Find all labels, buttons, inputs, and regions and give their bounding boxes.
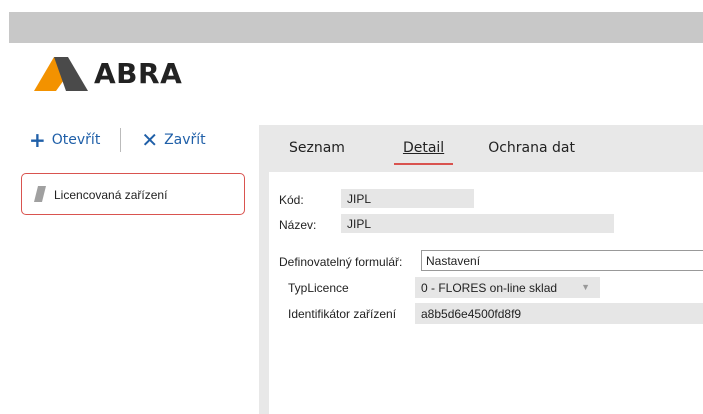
slash-icon [34, 186, 46, 202]
typ-licence-label: TypLicence [288, 281, 349, 295]
tab-detail-label: Detail [402, 140, 445, 156]
detail-form: Kód: JIPL Název: JIPL Definovatelný form… [269, 172, 703, 414]
app-header: ABRA [9, 43, 703, 101]
tab-seznam[interactable]: Seznam [289, 140, 345, 156]
tree-item-licencovana-zarizeni[interactable]: Licencovaná zařízení [21, 173, 245, 215]
left-toolbar: + Otevřít ✕ Zavřít [29, 127, 206, 153]
detail-pane: Seznam Detail Ochrana dat Kód: JIPL Náze… [259, 125, 703, 414]
formular-value: Nastavení [426, 253, 481, 268]
typ-licence-value: 0 - FLORES on-line sklad [421, 280, 558, 295]
abra-logo-icon [34, 57, 88, 91]
plus-icon: + [29, 128, 46, 152]
tree-item-label: Licencovaná zařízení [54, 188, 168, 202]
identifikator-label: Identifikátor zařízení [288, 307, 397, 321]
kod-label: Kód: [279, 193, 304, 207]
kod-value: JIPL [347, 191, 372, 206]
window-top-bar [0, 0, 703, 43]
active-tab-indicator [393, 163, 454, 165]
title-bar [9, 12, 703, 43]
chevron-down-icon: ▼ [581, 282, 590, 292]
kod-field[interactable]: JIPL [341, 189, 474, 208]
nazev-field[interactable]: JIPL [341, 214, 614, 233]
open-button[interactable]: + Otevřít [29, 130, 100, 150]
identifikator-value: a8b5d6e4500fd8f9 [421, 306, 522, 321]
nazev-label: Název: [279, 218, 317, 232]
close-button-label: Zavřít [164, 132, 206, 148]
typ-licence-select[interactable]: 0 - FLORES on-line sklad ▼ [415, 277, 600, 298]
identifikator-field[interactable]: a8b5d6e4500fd8f9 [415, 303, 703, 324]
tab-ochrana-dat[interactable]: Ochrana dat [488, 140, 575, 156]
formular-input[interactable]: Nastavení [421, 250, 703, 271]
app-window: ABRA + Otevřít ✕ Zavřít Licencovaná zaří… [9, 43, 703, 414]
abra-logo: ABRA [34, 53, 182, 93]
toolbar-divider [120, 128, 122, 152]
tab-bar: Seznam Detail Ochrana dat [259, 125, 703, 171]
nazev-value: JIPL [347, 216, 372, 231]
open-button-label: Otevřít [51, 132, 101, 148]
tab-detail[interactable]: Detail [393, 140, 454, 165]
formular-label: Definovatelný formulář: [279, 255, 403, 269]
close-button[interactable]: ✕ Zavřít [141, 130, 205, 150]
close-icon: ✕ [141, 128, 159, 152]
logo-text: ABRA [94, 56, 183, 90]
